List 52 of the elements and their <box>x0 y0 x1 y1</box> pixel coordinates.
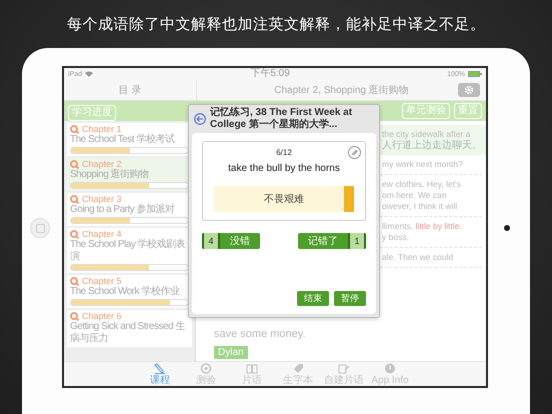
chapter-label: Chapter 5 <box>82 276 122 286</box>
text-line: save some money. <box>214 329 307 340</box>
caption: 每个成语除了中文解释也加注英文解释，能补足中译之不足。 <box>66 14 486 34</box>
text-line: y boss. <box>382 232 410 243</box>
text-line: om here. We can <box>382 190 448 201</box>
text-line: owever, I think it will <box>382 201 458 212</box>
dial-icon <box>200 362 212 374</box>
chapter-item[interactable]: Chapter 6 Getting Sick and Stressed 生病与压力 <box>67 310 192 347</box>
speaker-tag: Dylan <box>214 346 248 359</box>
dialog-button[interactable]: 暂停 <box>334 291 366 306</box>
book-icon <box>246 362 258 374</box>
tag-icon <box>292 362 304 374</box>
chapter-label: Chapter 6 <box>82 311 122 321</box>
text-line: ale. Then we could <box>382 252 454 263</box>
text-line: lliments, little by little. <box>382 221 463 232</box>
chapter-title: The School Play 学校戏剧表演 <box>70 239 186 263</box>
settings-button[interactable] <box>458 83 480 97</box>
chapter-title: Going to a Party 参加派对 <box>70 204 176 216</box>
pencil-icon <box>154 362 166 374</box>
dialog-title: 记忆练习, 38 The First Week at College 第一个星期的大学... <box>210 107 354 131</box>
answer-text: 不畏艰难 <box>264 193 304 206</box>
answer-marker <box>344 186 354 212</box>
phrase: take the bull by the horns <box>228 163 340 174</box>
chapter-title: The School Test 学校考试 <box>70 134 176 146</box>
chapter-title: The School Work 学校作业 <box>70 286 181 298</box>
wrong-button[interactable]: 记错了 1 <box>298 233 366 249</box>
note-icon <box>338 362 350 374</box>
battery-icon <box>468 71 482 77</box>
correct-button[interactable]: 4 没错 <box>202 233 260 249</box>
sidebar-title: 目 录 <box>118 84 142 97</box>
tab[interactable]: 课程 <box>137 362 183 386</box>
dialog-button[interactable]: 结束 <box>297 291 329 306</box>
chapter-label: Chapter 4 <box>82 229 122 239</box>
chapter-title: Chapter 2, Shopping 逛街购物 <box>274 84 409 97</box>
home-button[interactable] <box>30 218 50 238</box>
camera-icon <box>504 225 510 231</box>
wifi-icon <box>85 71 94 77</box>
chapter-label: Chapter 3 <box>82 194 122 204</box>
chapter-label: Chapter 1 <box>82 124 122 134</box>
settings-icon <box>464 85 474 95</box>
status-time: 下午5:09 <box>250 68 290 80</box>
toolbar-button[interactable]: 单元测验 <box>402 103 450 119</box>
text-line: the city sidewalk after a <box>382 129 472 140</box>
toolbar-button[interactable]: 重置 <box>454 103 482 119</box>
back-icon[interactable] <box>194 113 206 125</box>
chapter-title: Getting Sick and Stressed 生病与压力 <box>70 321 186 345</box>
chapter-title: Shopping 逛街购物 <box>70 169 150 181</box>
text-line: my work next month? <box>382 159 464 170</box>
chapter-label: Chapter 2 <box>82 159 122 169</box>
card-counter: 6/12 <box>276 148 292 157</box>
text-line: ew clothes. Hey, let's <box>382 179 462 190</box>
text-line: 人行道上边走边聊天。 <box>382 140 483 151</box>
